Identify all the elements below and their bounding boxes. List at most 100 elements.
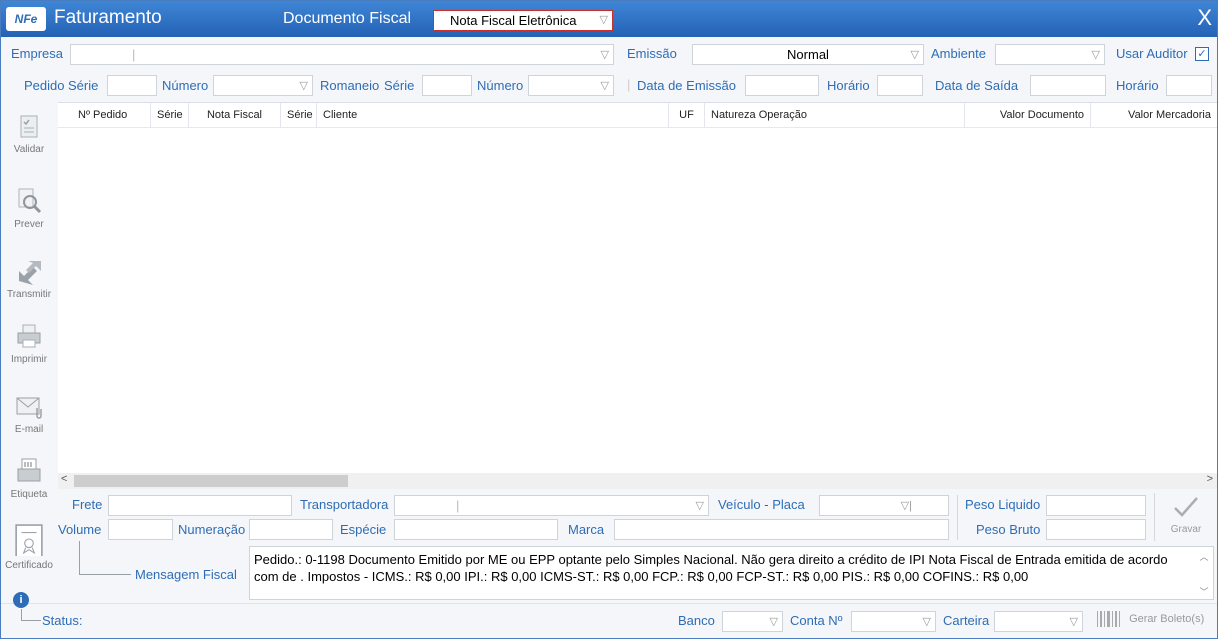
volume-label: Volume — [58, 522, 102, 537]
numeracao-input[interactable] — [249, 519, 333, 540]
veiculo-placa-select[interactable]: ▽| — [819, 495, 949, 516]
numeracao-label: Numeração — [178, 522, 246, 537]
column-header[interactable]: Cliente — [316, 103, 668, 127]
data-saida-label: Data de Saída — [935, 78, 1019, 93]
etiqueta-button[interactable]: Etiqueta — [1, 457, 57, 500]
numero-label: Número — [477, 78, 524, 93]
column-header[interactable]: Série — [150, 103, 188, 127]
romaneio-label: Romaneio — [320, 78, 380, 93]
data-saida-input[interactable] — [1030, 75, 1106, 96]
column-header[interactable]: Valor Documento — [964, 103, 1090, 127]
text-cursor: | — [132, 47, 136, 62]
pedido-serie-input[interactable] — [107, 75, 157, 96]
chevron-down-icon: ▽ — [599, 14, 608, 26]
email-button[interactable]: E-mail — [1, 392, 57, 435]
validar-button[interactable]: Validar — [1, 112, 57, 155]
transportadora-select[interactable]: | ▽ — [394, 495, 709, 516]
gerar-boleto-label: Gerar Boleto(s) — [1129, 612, 1205, 625]
romaneio-numero-select[interactable]: ▽ — [528, 75, 614, 96]
main-window: NFe Faturamento Documento Fiscal Nota Fi… — [0, 0, 1218, 639]
frete-input[interactable] — [108, 495, 292, 516]
status-bar: i Status: Banco ▽ Conta Nº ▽ Carteira ▽ … — [1, 592, 1217, 638]
notes-grid[interactable]: Nº Pedido Série Nota Fiscal Série Client… — [58, 102, 1217, 489]
connector-line — [21, 620, 41, 621]
peso-bruto-input[interactable] — [1046, 519, 1146, 540]
banco-select[interactable]: ▽ — [722, 611, 783, 632]
ambiente-select[interactable]: ▽ — [995, 44, 1105, 65]
horario-label: Horário — [1116, 78, 1159, 93]
pedido-numero-select[interactable]: ▽ — [213, 75, 313, 96]
marca-input[interactable] — [614, 519, 949, 540]
data-emissao-input[interactable] — [745, 75, 819, 96]
especie-input[interactable] — [394, 519, 558, 540]
mensagem-fiscal-textarea[interactable]: Pedido.: 0-1198 Documento Emitido por ME… — [249, 546, 1214, 600]
action-sidebar: Validar Prever Transmitir Imprimir E-mai… — [1, 102, 57, 602]
transmit-arrows-icon — [19, 261, 41, 285]
gerar-boleto-button[interactable]: Gerar Boleto(s) — [1096, 611, 1204, 627]
serie-label: Série — [384, 78, 415, 93]
veiculo-placa-label: Veículo - Placa — [718, 497, 805, 512]
gravar-button[interactable]: Gravar — [1161, 495, 1211, 535]
chevron-down-icon: ▽ — [910, 49, 919, 61]
info-icon[interactable]: i — [13, 592, 29, 608]
scroll-left-icon[interactable]: < — [61, 473, 67, 485]
column-header[interactable]: Nota Fiscal — [188, 103, 280, 127]
horario-emissao-input[interactable] — [877, 75, 923, 96]
transmitir-label: Transmitir — [6, 289, 52, 300]
carteira-label: Carteira — [943, 613, 990, 628]
column-header[interactable]: Natureza Operação — [704, 103, 964, 127]
nfe-logo: NFe — [6, 7, 46, 31]
emissao-select[interactable]: Normal ▽ — [692, 44, 924, 65]
conta-label: Conta Nº — [790, 613, 843, 628]
column-header[interactable]: Valor Mercadoria — [1090, 103, 1217, 127]
header-divider — [58, 127, 1217, 128]
scroll-thumb[interactable] — [74, 475, 348, 487]
envelope-icon — [16, 397, 42, 419]
etiqueta-label: Etiqueta — [10, 489, 48, 500]
scroll-down-icon[interactable]: ﹀ — [1197, 584, 1211, 599]
data-emissao-label: Data de Emissão — [637, 78, 736, 93]
transmitir-button[interactable]: Transmitir — [1, 257, 57, 300]
chevron-down-icon: ▽ — [1069, 616, 1078, 628]
emissao-value: Normal — [787, 47, 829, 62]
peso-liquido-label: Peso Liquido — [965, 497, 1041, 512]
conta-select[interactable]: ▽ — [851, 611, 936, 632]
doc-type-select[interactable]: Nota Fiscal Eletrônica ▽ — [433, 10, 613, 31]
usar-auditor-checkbox[interactable]: ✓ — [1195, 47, 1209, 61]
chevron-down-icon: ▽ — [1091, 49, 1100, 61]
romaneio-serie-input[interactable] — [422, 75, 472, 96]
horizontal-scrollbar[interactable]: < > — [58, 473, 1217, 489]
email-label: E-mail — [14, 424, 44, 435]
connector-line — [79, 574, 131, 575]
chevron-down-icon: ▽ — [922, 616, 931, 628]
empresa-select[interactable]: | ▽ — [70, 44, 614, 65]
peso-bruto-label: Peso Bruto — [976, 522, 1041, 537]
column-header[interactable]: Nº Pedido — [72, 103, 150, 127]
peso-liquido-input[interactable] — [1046, 495, 1146, 516]
emissao-label: Emissão — [627, 46, 677, 61]
column-header[interactable]: Série — [280, 103, 316, 127]
certificate-icon — [15, 524, 43, 556]
scroll-right-icon[interactable]: > — [1207, 473, 1213, 485]
prever-button[interactable]: Prever — [1, 187, 57, 230]
chevron-down-icon: ▽ — [769, 616, 778, 628]
chevron-down-icon: ▽ — [299, 80, 308, 92]
carteira-select[interactable]: ▽ — [994, 611, 1083, 632]
printer-icon — [17, 324, 41, 348]
certificado-button[interactable]: Certificado — [1, 522, 57, 571]
transportadora-label: Transportadora — [300, 497, 389, 512]
horario-saida-input[interactable] — [1166, 75, 1212, 96]
text-cursor: | — [456, 498, 460, 513]
status-label: Status: — [42, 613, 83, 628]
mensagem-fiscal-label: Mensagem Fiscal — [135, 567, 237, 582]
divider — [1154, 493, 1155, 541]
volume-input[interactable] — [108, 519, 173, 540]
scroll-up-icon[interactable]: ︿ — [1197, 549, 1211, 566]
close-button[interactable]: X — [1197, 5, 1212, 31]
mensagem-fiscal-text: Pedido.: 0-1198 Documento Emitido por ME… — [254, 552, 1168, 584]
vertical-scrollbar[interactable]: ︿ ﹀ — [1197, 549, 1211, 597]
chevron-down-icon: ▽ — [600, 49, 609, 61]
chevron-down-icon: ▽ — [600, 80, 609, 92]
imprimir-button[interactable]: Imprimir — [1, 322, 57, 365]
column-header[interactable]: UF — [668, 103, 704, 127]
